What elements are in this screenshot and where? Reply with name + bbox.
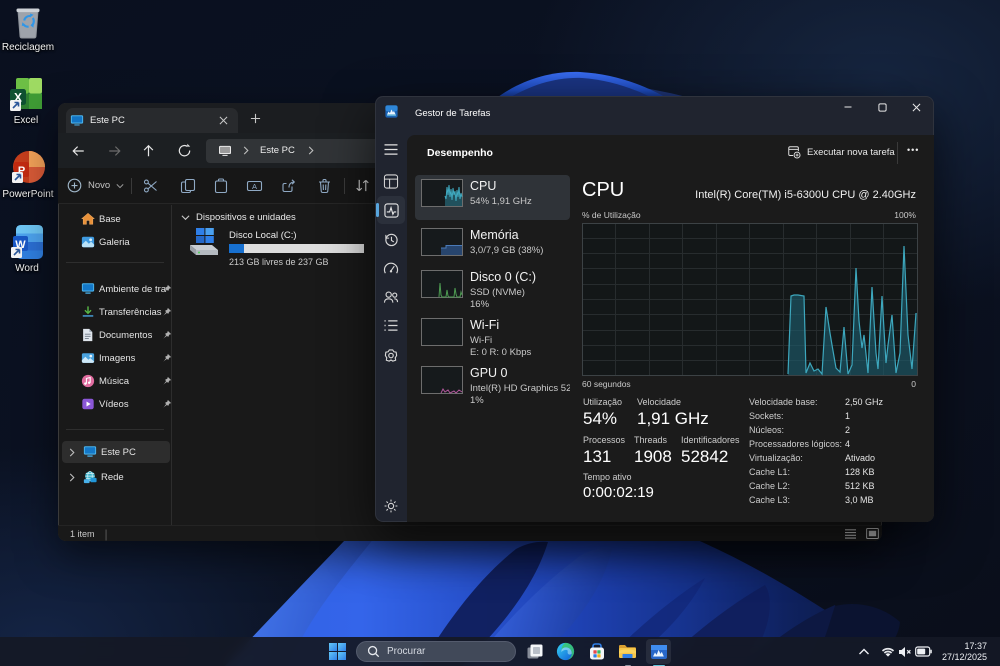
- svg-text:A: A: [252, 182, 257, 191]
